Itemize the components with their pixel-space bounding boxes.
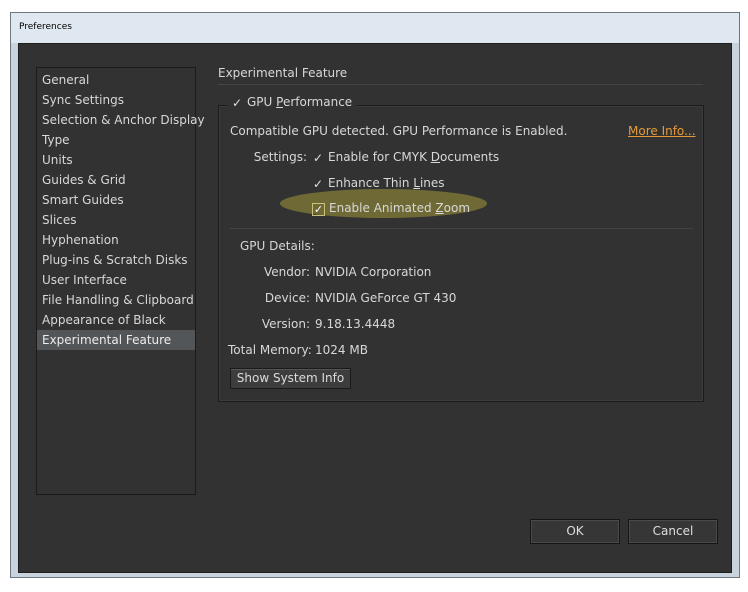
group-divider [230, 228, 693, 229]
thin-lines-label-c: ines [419, 176, 445, 190]
version-value: 9.18.13.4448 [315, 317, 396, 331]
vendor-value: NVIDIA Corporation [315, 265, 432, 279]
more-info-link[interactable]: More Info... [628, 124, 696, 138]
sidebar-item-guides-grid[interactable]: Guides & Grid [37, 170, 195, 190]
settings-label: Settings: [253, 150, 307, 164]
zoom-label-c: oom [443, 201, 471, 215]
enable-animated-zoom-checkbox[interactable]: ✓ Enable Animated Zoom [312, 201, 470, 216]
sidebar-item-units[interactable]: Units [37, 150, 195, 170]
total-memory-label: Total Memory: [228, 343, 312, 357]
thin-lines-label-b: L [413, 176, 420, 190]
checkmark-icon: ✓ [232, 96, 243, 110]
checkmark-icon: ✓ [312, 203, 325, 216]
cmyk-label-a: Enable for CMYK [328, 150, 431, 164]
cmyk-label-c: ocuments [440, 150, 500, 164]
sidebar-item-smart-guides[interactable]: Smart Guides [37, 190, 195, 210]
cmyk-label-b: D [430, 150, 440, 164]
show-system-info-button[interactable]: Show System Info [230, 368, 351, 389]
sidebar-item-appearance-of-black[interactable]: Appearance of Black [37, 310, 195, 330]
total-memory-value: 1024 MB [315, 343, 368, 357]
ok-button[interactable]: OK [530, 519, 620, 544]
sidebar-item-user-interface[interactable]: User Interface [37, 270, 195, 290]
gpu-performance-label-a: GPU [247, 95, 277, 109]
device-label: Device: [264, 291, 310, 305]
thin-lines-label-a: Enhance Thin [328, 176, 414, 190]
version-label: Version: [261, 317, 310, 331]
sidebar-item-experimental-feature[interactable]: Experimental Feature [37, 330, 195, 350]
category-list: General Sync Settings Selection & Anchor… [36, 67, 205, 495]
enhance-thin-lines-checkbox[interactable]: ✓ Enhance Thin Lines [313, 176, 445, 190]
zoom-label-a: Enable Animated [329, 201, 436, 215]
enable-cmyk-documents-checkbox[interactable]: ✓ Enable for CMYK Documents [313, 150, 499, 164]
window-title: Preferences [19, 22, 72, 32]
gpu-details-label: GPU Details: [240, 239, 315, 253]
sidebar-item-file-handling-clipboard[interactable]: File Handling & Clipboard [37, 290, 195, 310]
sidebar-item-hyphenation[interactable]: Hyphenation [37, 230, 195, 250]
gpu-performance-label-c: erformance [282, 95, 353, 109]
sidebar-item-slices[interactable]: Slices [37, 210, 195, 230]
device-value: NVIDIA GeForce GT 430 [315, 291, 457, 305]
section-divider [218, 84, 703, 85]
checkmark-icon: ✓ [313, 151, 324, 165]
title-bar[interactable]: Preferences [11, 13, 739, 43]
vendor-label: Vendor: [264, 265, 310, 279]
sidebar-item-selection-anchor-display[interactable]: Selection & Anchor Display [37, 110, 205, 130]
sidebar-item-sync-settings[interactable]: Sync Settings [37, 90, 195, 110]
gpu-status-text: Compatible GPU detected. GPU Performance… [230, 124, 568, 138]
checkmark-icon: ✓ [313, 177, 324, 191]
cancel-button[interactable]: Cancel [628, 519, 718, 544]
sidebar-item-general[interactable]: General [37, 70, 195, 90]
zoom-label-b: Z [435, 201, 444, 215]
sidebar-item-plugins-scratch-disks[interactable]: Plug-ins & Scratch Disks [37, 250, 195, 270]
dialog-body: General Sync Settings Selection & Anchor… [18, 43, 732, 573]
sidebar-item-type[interactable]: Type [37, 130, 195, 150]
preferences-window: Preferences General Sync Settings Select… [10, 12, 740, 578]
gpu-performance-label-b: P [276, 95, 283, 109]
gpu-performance-checkbox[interactable]: ✓ GPU Performance [227, 95, 358, 110]
section-title: Experimental Feature [218, 66, 348, 80]
